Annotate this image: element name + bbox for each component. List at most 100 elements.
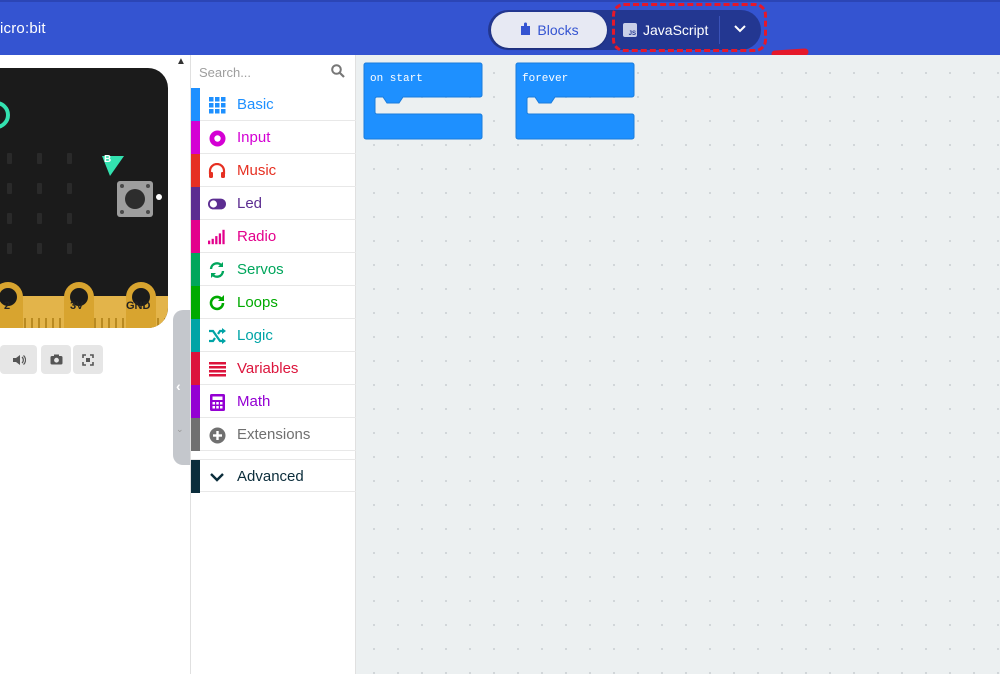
scroll-up-icon[interactable]: ▲ [176, 56, 186, 67]
scroll-down-icon[interactable]: ⌄ [176, 424, 184, 435]
category-color-bar [191, 286, 200, 319]
blocks-workspace[interactable]: on start forever [356, 55, 1000, 674]
led [67, 153, 72, 164]
camera-icon [50, 354, 62, 365]
edge-connector: 2 3V GND [0, 282, 168, 328]
pin-label: 3V [70, 300, 84, 312]
category-extensions[interactable]: Extensions [191, 418, 356, 451]
led [67, 213, 72, 224]
category-loops[interactable]: Loops [191, 286, 356, 319]
category-advanced[interactable]: Advanced [191, 459, 356, 493]
puzzle-icon [519, 22, 531, 39]
headphones-icon [208, 162, 226, 180]
simulator-panel: B 2 3V GND [0, 55, 190, 674]
category-label: Led [237, 195, 263, 212]
screw-icon [146, 184, 150, 188]
block-label: on start [370, 73, 423, 85]
block-label: forever [522, 73, 569, 85]
chevron-down-icon [208, 468, 226, 486]
sync-arrows-icon [208, 261, 226, 279]
category-color-bar [191, 121, 200, 154]
board-edge-dot [156, 194, 162, 200]
shuffle-icon [208, 327, 226, 345]
mute-button[interactable] [0, 345, 37, 374]
category-color-bar [191, 319, 200, 352]
button-b[interactable] [117, 181, 153, 217]
brand-title: icro:bit [0, 20, 46, 37]
button-b-cap [125, 189, 145, 209]
screenshot-button[interactable] [41, 345, 71, 374]
led [37, 183, 42, 194]
screw-icon [120, 210, 124, 214]
touch-logo-icon[interactable] [0, 101, 10, 129]
category-basic[interactable]: Basic [191, 88, 356, 121]
screw-icon [146, 210, 150, 214]
category-color-bar [191, 187, 200, 220]
forever-block[interactable]: forever [515, 62, 637, 147]
category-label: Input [237, 129, 271, 146]
category-led[interactable]: Led [191, 187, 356, 220]
block-toolbox: Basic Input Music Led Radio Servos [190, 55, 356, 674]
blocks-editor-button[interactable]: Blocks [491, 12, 607, 48]
toggle-on-icon [208, 195, 226, 213]
category-logic[interactable]: Logic [191, 319, 356, 352]
annotation-highlight-box [612, 3, 767, 52]
led [67, 183, 72, 194]
calculator-icon [208, 393, 226, 411]
category-input[interactable]: Input [191, 121, 356, 154]
category-servos[interactable]: Servos [191, 253, 356, 286]
category-label: Math [237, 393, 271, 410]
radio-button-icon [208, 129, 226, 147]
microbit-board[interactable]: B 2 3V GND [0, 68, 168, 328]
led [7, 213, 12, 224]
led [67, 243, 72, 254]
collapse-simulator-handle[interactable]: ‹ [173, 310, 191, 465]
led [7, 243, 12, 254]
on-start-block[interactable]: on start [363, 62, 485, 147]
speaker-icon [12, 354, 26, 365]
category-label: Variables [237, 360, 299, 377]
list-lines-icon [208, 360, 226, 378]
led [37, 243, 42, 254]
button-b-label: B [104, 154, 112, 165]
category-label: Radio [237, 228, 277, 245]
search-icon[interactable] [331, 64, 345, 83]
led [7, 153, 12, 164]
led [37, 213, 42, 224]
category-label: Logic [237, 327, 273, 344]
category-radio[interactable]: Radio [191, 220, 356, 253]
category-label: Loops [237, 294, 278, 311]
category-color-bar [191, 88, 200, 121]
category-label: Music [237, 162, 277, 179]
led [37, 153, 42, 164]
category-math[interactable]: Math [191, 385, 356, 418]
category-label: Extensions [237, 426, 311, 443]
category-color-bar [191, 460, 200, 493]
category-color-bar [191, 154, 200, 187]
category-label: Basic [237, 96, 274, 113]
top-menu-bar: icro:bit Blocks JavaScript [0, 0, 1000, 55]
pin-label: 2 [4, 300, 11, 312]
blocks-editor-label: Blocks [537, 22, 579, 38]
category-color-bar [191, 220, 200, 253]
toolbox-search [191, 55, 356, 88]
plus-circle-icon [208, 426, 226, 444]
category-color-bar [191, 253, 200, 286]
refresh-icon [208, 294, 226, 312]
screw-icon [120, 184, 124, 188]
led [7, 183, 12, 194]
grid-icon [208, 96, 226, 114]
category-label: Advanced [237, 468, 304, 485]
category-color-bar [191, 385, 200, 418]
expand-icon [82, 353, 94, 366]
search-input[interactable] [199, 61, 319, 83]
category-label: Servos [237, 261, 284, 278]
category-music[interactable]: Music [191, 154, 356, 187]
signal-bars-icon [208, 228, 226, 246]
pin-label: GND [126, 300, 151, 312]
category-variables[interactable]: Variables [191, 352, 356, 385]
chevron-left-icon: ‹ [176, 378, 181, 394]
category-color-bar [191, 352, 200, 385]
fullscreen-button[interactable] [73, 345, 103, 374]
category-color-bar [191, 418, 200, 451]
